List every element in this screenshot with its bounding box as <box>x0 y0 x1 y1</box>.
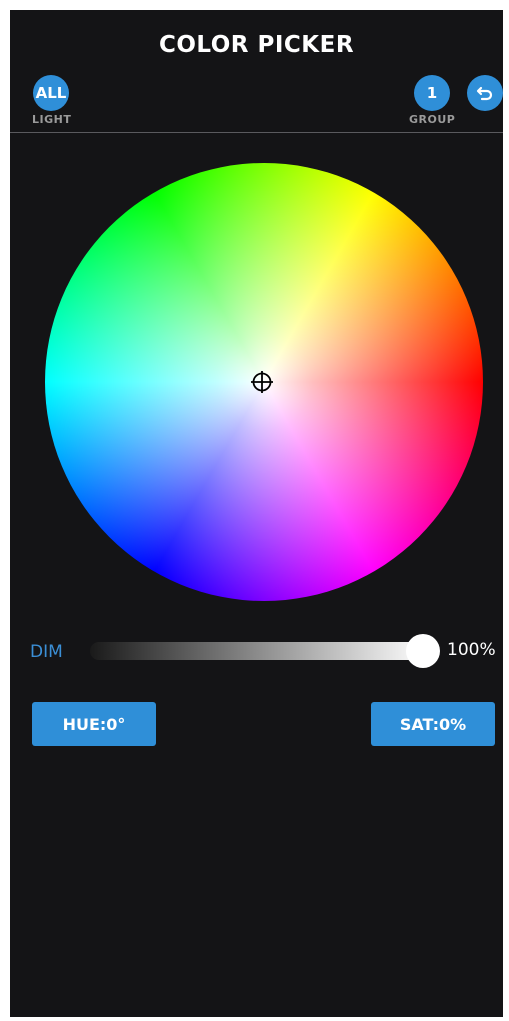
dim-slider-handle[interactable] <box>406 634 440 668</box>
light-caption: LIGHT <box>32 113 72 126</box>
saturation-button[interactable]: SAT:0% <box>371 702 495 746</box>
all-lights-label: ALL <box>35 84 67 102</box>
dim-label: DIM <box>30 642 63 662</box>
group-number-label: 1 <box>426 84 438 102</box>
saturation-button-label: SAT:0% <box>399 714 467 734</box>
back-button[interactable] <box>467 75 503 111</box>
group-button[interactable]: 1 <box>414 75 450 111</box>
dim-slider-track[interactable] <box>90 642 428 660</box>
hue-button-label: HUE:0° <box>62 714 126 734</box>
group-caption: GROUP <box>409 113 456 126</box>
color-picker-screen: COLOR PICKER ALL LIGHT 1 GROUP DIM 100% … <box>10 10 503 1017</box>
header-divider <box>10 132 503 133</box>
page-title: COLOR PICKER <box>158 32 355 58</box>
hue-button[interactable]: HUE:0° <box>32 702 156 746</box>
dim-value: 100% <box>447 640 496 660</box>
all-lights-button[interactable]: ALL <box>33 75 69 111</box>
crosshair-icon[interactable] <box>250 370 274 394</box>
undo-arrow-icon <box>476 86 493 101</box>
